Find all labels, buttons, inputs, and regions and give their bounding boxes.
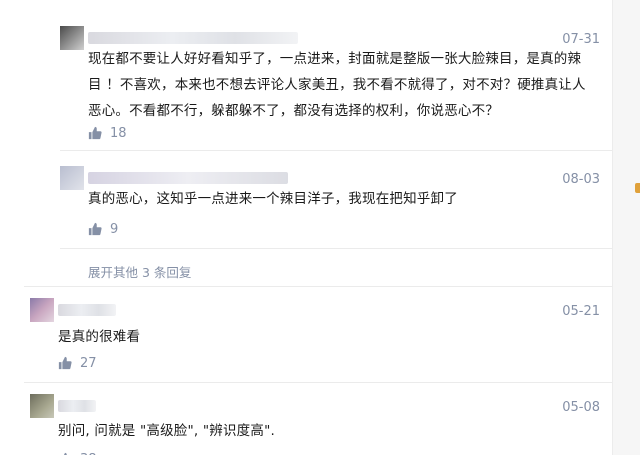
- divider: [24, 286, 612, 287]
- thumbs-up-icon: [88, 222, 102, 236]
- like-count: 38: [80, 452, 97, 455]
- comment-item: 07-31 现在都不要让人好好看知乎了，一点进来，封面就是整版一张大脸辣目，是真…: [0, 26, 612, 141]
- comment-item: 05-21 是真的很难看 27: [0, 298, 612, 371]
- divider: [60, 150, 612, 151]
- comment-text: 别问, 问就是 "高级脸", "辨识度高".: [58, 423, 275, 439]
- divider: [24, 382, 612, 383]
- comment-date: 05-21: [562, 304, 600, 319]
- comment-text: 是真的很难看: [58, 329, 141, 345]
- comment-text: 现在都不要让人好好看知乎了，一点进来，封面就是整版一张大脸辣目，是真的辣目 ！不…: [88, 51, 586, 119]
- like-button[interactable]: 9: [88, 218, 118, 240]
- username-blurred[interactable]: [88, 32, 298, 44]
- comment-item: 08-03 真的恶心，这知乎一点进来一个辣目洋子，我现在把知乎卸了 9: [0, 166, 612, 237]
- username-blurred[interactable]: [58, 400, 96, 412]
- avatar[interactable]: [30, 298, 54, 322]
- like-count: 18: [110, 125, 127, 141]
- like-button[interactable]: 27: [58, 352, 97, 374]
- username-blurred[interactable]: [88, 172, 288, 184]
- avatar[interactable]: [60, 166, 84, 190]
- comment-text: 真的恶心，这知乎一点进来一个辣目洋子，我现在把知乎卸了: [88, 191, 458, 207]
- comment-date: 05-08: [562, 400, 600, 415]
- comment-item: 05-08 别问, 问就是 "高级脸", "辨识度高". 38: [0, 394, 612, 455]
- divider: [60, 248, 612, 249]
- thumbs-up-icon: [88, 126, 102, 140]
- like-button[interactable]: 18: [88, 122, 127, 144]
- expand-replies-link[interactable]: 展开其他 3 条回复: [88, 262, 191, 281]
- like-count: 27: [80, 355, 97, 371]
- thumbs-up-icon: [58, 356, 72, 370]
- like-count: 9: [110, 221, 119, 237]
- avatar[interactable]: [60, 26, 84, 50]
- username-blurred[interactable]: [58, 304, 116, 316]
- comment-feed: 07-31 现在都不要让人好好看知乎了，一点进来，封面就是整版一张大脸辣目，是真…: [0, 0, 612, 455]
- right-sidebar: [612, 0, 640, 455]
- comment-date: 07-31: [562, 32, 600, 47]
- avatar[interactable]: [30, 394, 54, 418]
- like-button[interactable]: 38: [58, 448, 97, 455]
- sidebar-badge: [635, 183, 640, 193]
- comment-date: 08-03: [562, 172, 600, 187]
